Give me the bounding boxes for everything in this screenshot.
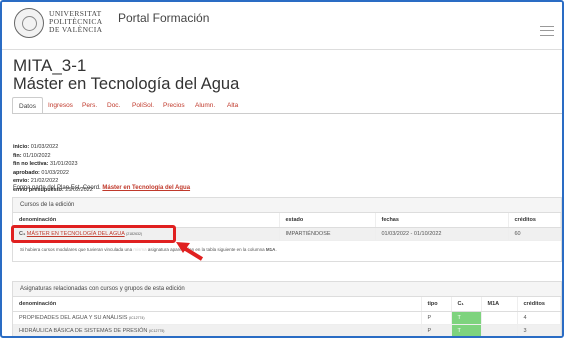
- asignatura-tipo: P: [421, 311, 452, 325]
- col-tipo[interactable]: tipo: [421, 297, 452, 312]
- arrow-icon: [176, 242, 204, 261]
- asignaturas-table: denominación tipo C₁ M1A créditos PROPIE…: [13, 297, 561, 336]
- info-fin-no-lectiva: fin no lectiva: 31/01/2023: [13, 161, 78, 167]
- portal-title[interactable]: Portal Formación: [118, 11, 209, 25]
- asignatura-c1: T: [451, 311, 482, 325]
- asignatura-creditos: 3: [517, 324, 561, 336]
- asignatura-m1a: [481, 324, 518, 336]
- col-creditos[interactable]: créditos: [517, 297, 561, 312]
- asignatura-code: (IC12775): [148, 328, 165, 333]
- plan-link[interactable]: Máster en Tecnología del Agua: [102, 185, 190, 191]
- asignatura-cell: PROPIEDADES DEL AGUA Y SU ANÁLISIS (IC12…: [13, 311, 422, 325]
- asignaturas-panel: Asignaturas relacionadas con cursos y gr…: [12, 281, 562, 336]
- asignatura-c1: T: [451, 324, 482, 336]
- asignatura-code: (IC12774): [128, 315, 145, 320]
- asignatura-cell: HIDRÁULICA BÁSICA DE SISTEMAS DE PRESIÓN…: [13, 324, 422, 336]
- curso-estado: IMPARTIÉNDOSE: [279, 227, 376, 241]
- tab-doc[interactable]: Doc.: [107, 97, 120, 114]
- table-row[interactable]: PROPIEDADES DEL AGUA Y SU ANÁLISIS (IC12…: [13, 311, 561, 325]
- university-name[interactable]: UNIVERSITAT POLITÈCNICA DE VALÈNCIA: [49, 10, 103, 34]
- screenshot-frame: UNIVERSITAT POLITÈCNICA DE VALÈNCIA Port…: [0, 0, 564, 338]
- tabs-divider: [12, 113, 562, 114]
- modular-note: Si hubiera cursos modulares que tuvieran…: [20, 246, 277, 252]
- tab-alumn[interactable]: Alumn.: [195, 97, 215, 114]
- asignaturas-header-row: denominación tipo C₁ M1A créditos: [13, 297, 561, 312]
- info-aprobado: aprobado: 01/03/2022: [13, 169, 69, 176]
- modular-note-start: Si hubiera cursos modulares que tuvieran…: [20, 246, 134, 252]
- asignatura-name: HIDRÁULICA BÁSICA DE SISTEMAS DE PRESIÓN: [19, 327, 148, 334]
- col-denominacion[interactable]: denominación: [13, 297, 422, 312]
- col-m1a[interactable]: M1A: [481, 297, 518, 312]
- col-c1[interactable]: C₁: [451, 297, 482, 312]
- plan-note: Forma parte del Plan Est. Coord. Máster …: [13, 185, 190, 191]
- info-inicio: inicio: 01/03/2022: [13, 144, 59, 150]
- tab-pers[interactable]: Pers.: [82, 97, 97, 114]
- hamburger-icon[interactable]: [540, 26, 554, 36]
- university-seal-icon[interactable]: [14, 8, 44, 38]
- cursos-heading: Cursos de la edición: [13, 198, 561, 213]
- modular-note-bold: M1A: [265, 246, 276, 252]
- info-fin: fin: 01/10/2022: [13, 152, 51, 159]
- university-name-line3: DE VALÈNCIA: [49, 25, 103, 34]
- tab-precios[interactable]: Precios: [163, 97, 185, 114]
- edition-code: MITA_3-1: [13, 56, 87, 75]
- highlight-box: [11, 225, 176, 243]
- tab-polisol[interactable]: PoliSol.: [132, 97, 154, 114]
- asignatura-m1a: [481, 311, 518, 325]
- curso-creditos: 60: [508, 227, 561, 241]
- modular-note-hidden: misma: [133, 246, 147, 252]
- tab-ingresos[interactable]: Ingresos: [48, 97, 73, 114]
- col-estado[interactable]: estado: [279, 213, 376, 228]
- tab-datos[interactable]: Datos: [12, 97, 43, 114]
- col-fechas[interactable]: fechas: [375, 213, 509, 228]
- modular-note-end: asignatura aparecerían en la tabla sigui…: [146, 246, 266, 252]
- table-row[interactable]: HIDRÁULICA BÁSICA DE SISTEMAS DE PRESIÓN…: [13, 324, 561, 336]
- curso-fechas: 01/03/2022 - 01/10/2022: [375, 227, 509, 241]
- top-bar: UNIVERSITAT POLITÈCNICA DE VALÈNCIA Port…: [2, 2, 562, 50]
- asignatura-name: PROPIEDADES DEL AGUA Y SU ANÁLISIS: [19, 314, 128, 321]
- page-title: Máster en Tecnología del Agua: [13, 75, 240, 93]
- asignaturas-heading: Asignaturas relacionadas con cursos y gr…: [13, 282, 561, 297]
- asignatura-creditos: 4: [517, 311, 561, 325]
- plan-note-text: Forma parte del Plan Est. Coord.: [13, 185, 103, 191]
- tab-alta[interactable]: Alta: [227, 97, 238, 114]
- col-creditos[interactable]: créditos: [508, 213, 561, 228]
- asignatura-tipo: P: [421, 324, 452, 336]
